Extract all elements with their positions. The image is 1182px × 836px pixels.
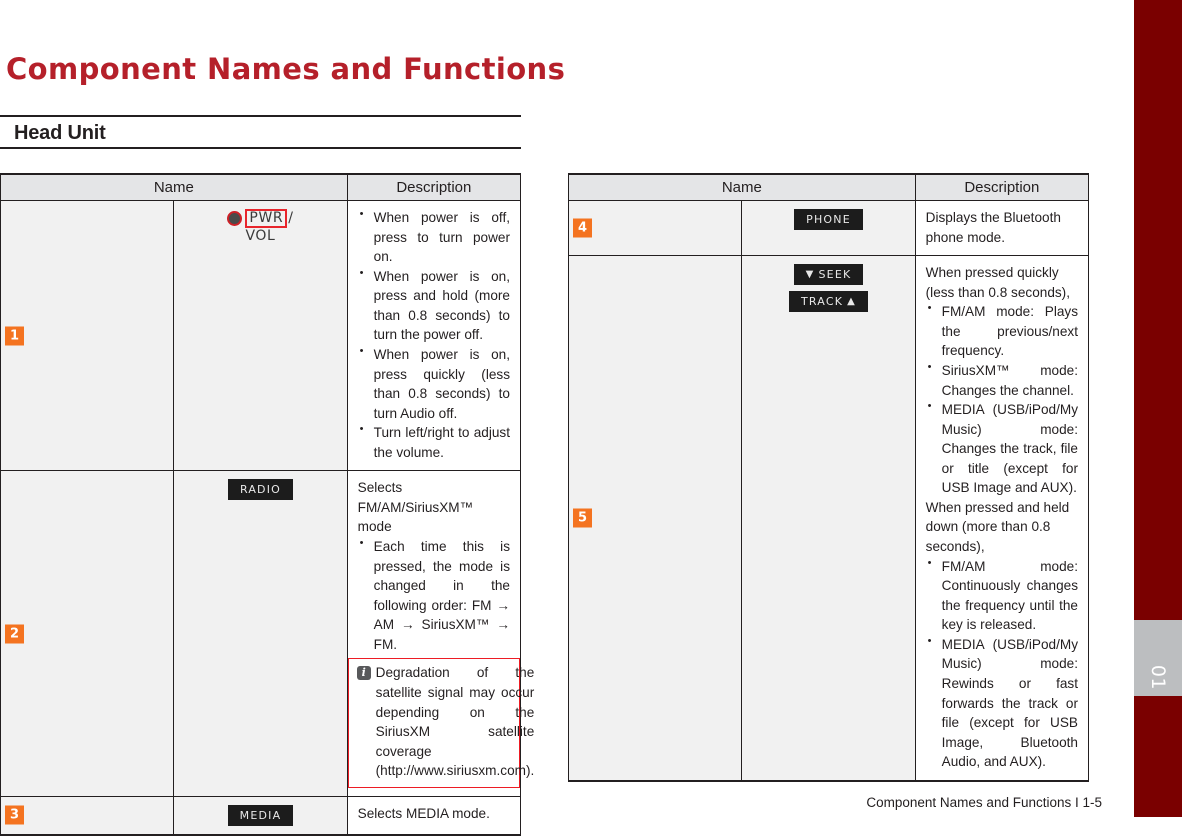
section-heading-bar: Head Unit — [0, 115, 521, 149]
callout-badge: 1 — [5, 326, 24, 346]
chevron-down-icon: ▼ — [805, 268, 815, 280]
description-lead: When pressed quickly (less than 0.8 seco… — [925, 265, 1070, 300]
description-bullet-list: FM/AM mode: Plays the previous/next freq… — [926, 301, 1078, 498]
row-name-cell: PHONE — [741, 199, 916, 257]
list-item: When power is on, press and hold (more t… — [358, 266, 510, 345]
seek-key-button[interactable]: ▼ SEEK — [793, 264, 864, 286]
description-lead-secondary: When pressed and held down (more than 0.… — [925, 499, 1070, 554]
list-item: FM/AM mode: Continuously changes the fre… — [926, 556, 1078, 635]
info-icon: i — [356, 666, 371, 681]
list-item: MEDIA (USB/iPod/My Music) mode: Rewinds … — [926, 634, 1078, 772]
column-header-description: Description — [346, 173, 522, 201]
column-header-name: Name — [568, 173, 916, 201]
page-footer: Component Names and Functions I 1-5 — [866, 795, 1102, 810]
row-number-cell: 2 — [0, 470, 175, 797]
list-item: FM/AM mode: Plays the previous/next freq… — [926, 301, 1078, 361]
column-header-name: Name — [0, 173, 348, 201]
table-row: 5 ▼ SEEK TRACK ▲ When pressed quickly (l… — [567, 255, 1090, 782]
description-bullet-list: When power is off, press to turn power o… — [358, 207, 510, 462]
info-note-box: i Degradation of the satellite signal ma… — [347, 658, 534, 788]
row-description-cell: Displays the Bluetooth phone mode. — [914, 199, 1090, 257]
row-number-cell: 1 — [0, 199, 175, 472]
callout-badge: 2 — [5, 624, 24, 644]
info-note-text: Degradation of the satellite signal may … — [375, 665, 535, 779]
row-number-cell: 5 — [567, 255, 743, 782]
description-bullet-list: Each time this is pressed, the mode is c… — [358, 536, 510, 654]
callout-badge: 4 — [573, 218, 592, 238]
pwr-vol-knob-graphic[interactable]: PWR / VOL — [227, 209, 293, 245]
row-description-cell: Selects MEDIA mode. — [346, 795, 522, 836]
section-heading-label: Head Unit — [14, 122, 106, 144]
pwr-vol-separator: / — [288, 209, 294, 226]
table-row: 2 RADIO Selects FM/AM/SiriusXM™ mode Eac… — [0, 470, 534, 797]
description-lead: Selects FM/AM/SiriusXM™ mode — [357, 480, 474, 535]
head-unit-table-right: Name Description 4 PHONE Displays the Bl… — [567, 173, 1090, 782]
phone-key-button[interactable]: PHONE — [794, 209, 863, 230]
row-name-cell: ▼ SEEK TRACK ▲ — [741, 255, 916, 782]
list-item: MEDIA (USB/iPod/My Music) mode: Changes … — [926, 399, 1078, 498]
table-row: 1 PWR / VOL When po — [0, 199, 522, 472]
chapter-tab: 01 — [1134, 620, 1182, 696]
callout-badge: 3 — [5, 805, 24, 825]
seek-key-label: SEEK — [818, 268, 852, 282]
media-key-button[interactable]: MEDIA — [227, 804, 294, 826]
pwr-label: PWR — [245, 209, 288, 228]
row-name-cell: PWR / VOL — [173, 199, 348, 472]
table-header-row: Name Description — [0, 173, 522, 201]
chapter-tab-number: 01 — [1147, 664, 1169, 690]
row-number-cell: 4 — [567, 199, 743, 257]
row-name-cell: RADIO — [173, 470, 348, 797]
row-number-cell: 3 — [0, 795, 175, 836]
row-description-cell: Selects FM/AM/SiriusXM™ mode Each time t… — [346, 470, 534, 797]
vol-label: VOL — [245, 227, 276, 244]
track-key-label: TRACK — [800, 295, 844, 309]
row-description-cell: When pressed quickly (less than 0.8 seco… — [914, 255, 1090, 782]
list-item: When power is on, press quickly (less th… — [358, 344, 510, 423]
head-unit-table-left: Name Description 1 PWR / VOL • When powe… — [0, 173, 534, 836]
table-row: 4 PHONE Displays the Bluetooth phone mod… — [567, 199, 1090, 257]
description-lead: Selects MEDIA mode. — [357, 805, 490, 821]
track-key-button[interactable]: TRACK ▲ — [788, 291, 869, 313]
list-item: Each time this is pressed, the mode is c… — [358, 536, 510, 654]
row-description-cell: When power is off, press to turn power o… — [346, 199, 522, 472]
power-dot-icon — [227, 210, 243, 226]
description-bullet-list-secondary: FM/AM mode: Continuously changes the fre… — [926, 556, 1078, 772]
chevron-up-icon: ▲ — [847, 295, 857, 307]
list-item: SiriusXM™ mode: Changes the channel. — [926, 360, 1078, 400]
table-row: 3 MEDIA Selects MEDIA mode. — [0, 795, 522, 836]
row-name-cell: MEDIA — [173, 795, 348, 836]
list-item: Turn left/right to adjust the volume. — [358, 422, 510, 462]
page-title: Component Names and Functions — [6, 52, 566, 86]
callout-badge: 5 — [573, 508, 592, 528]
description-lead: Displays the Bluetooth phone mode. — [925, 210, 1061, 245]
table-header-row: Name Description — [568, 173, 1090, 201]
column-header-description: Description — [914, 173, 1090, 201]
radio-key-button[interactable]: RADIO — [227, 479, 294, 501]
list-item: When power is off, press to turn power o… — [358, 207, 510, 267]
